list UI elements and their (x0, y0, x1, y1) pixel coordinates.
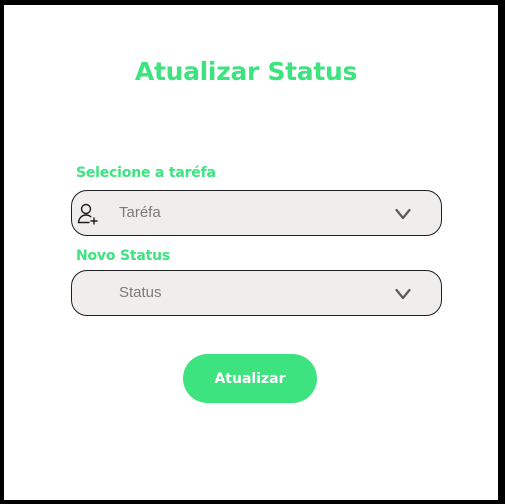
add-user-icon (77, 203, 98, 225)
update-button[interactable]: Atualizar (183, 354, 317, 403)
status-select[interactable]: Status (71, 270, 442, 316)
task-select-label: Selecione a taréfa (76, 165, 216, 181)
chevron-down-icon (395, 288, 411, 300)
update-status-panel: Atualizar Status Selecione a taréfa Taré… (4, 5, 498, 500)
page-title: Atualizar Status (134, 57, 358, 86)
status-select-value: Status (119, 284, 162, 301)
chevron-down-icon (395, 208, 411, 220)
status-select-label: Novo Status (76, 248, 170, 264)
task-select[interactable]: Taréfa (71, 190, 442, 236)
task-select-value: Taréfa (119, 204, 161, 221)
